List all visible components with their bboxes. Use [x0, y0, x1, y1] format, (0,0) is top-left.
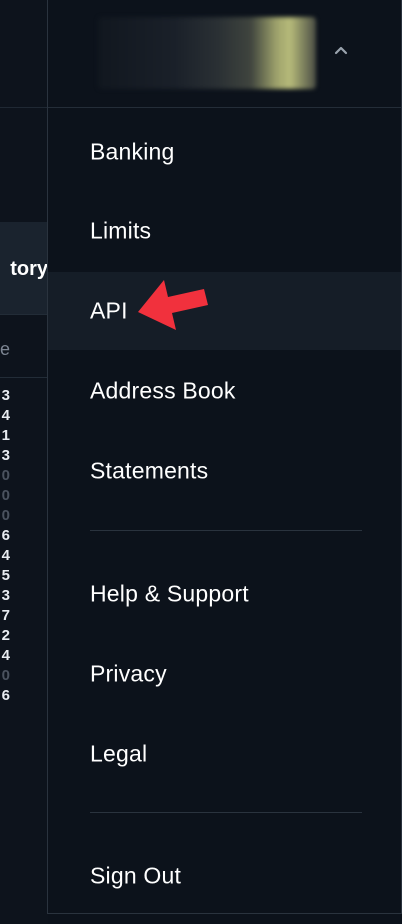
background-value-list: 3 4 1 3 0 0 0 6 4 5 3 7 2 4 0 6	[0, 386, 10, 706]
list-item: 0	[1, 667, 10, 684]
account-toggle[interactable]	[48, 0, 401, 108]
background-card-header: tory	[0, 222, 48, 315]
menu-item-label: Privacy	[90, 660, 167, 687]
background-subheader: e	[0, 315, 48, 378]
account-avatar-blurred	[98, 17, 316, 89]
menu-item-label: Banking	[90, 138, 175, 165]
menu-item-api[interactable]: API	[48, 272, 401, 350]
list-item: 3	[1, 387, 10, 404]
menu-item-label: Statements	[90, 457, 209, 484]
menu-item-label: Legal	[90, 740, 148, 767]
chevron-up-icon[interactable]	[331, 40, 351, 60]
red-arrow-icon	[138, 280, 208, 330]
menu-item-label: API	[90, 297, 128, 324]
menu-divider	[90, 530, 362, 531]
list-item: 5	[1, 567, 10, 584]
menu-item-privacy[interactable]: Privacy	[48, 635, 401, 713]
list-item: 0	[1, 467, 10, 484]
menu-item-banking[interactable]: Banking	[48, 113, 401, 191]
menu-item-limits[interactable]: Limits	[48, 192, 401, 270]
list-item: 1	[1, 427, 10, 444]
list-item: 3	[1, 447, 10, 464]
list-item: 6	[1, 687, 10, 704]
menu-item-label: Help & Support	[90, 580, 249, 607]
background-topbar	[0, 0, 48, 108]
list-item: 6	[1, 527, 10, 544]
list-item: 4	[1, 547, 10, 564]
menu-item-statements[interactable]: Statements	[48, 432, 401, 510]
account-dropdown-menu: Banking Limits API Address Book Statemen…	[47, 0, 402, 914]
list-item: 0	[1, 487, 10, 504]
list-item: 4	[1, 647, 10, 664]
background-subheader-text: e	[0, 339, 10, 359]
menu-item-sign-out[interactable]: Sign Out	[48, 837, 401, 915]
menu-item-label: Address Book	[90, 377, 236, 404]
list-item: 0	[1, 507, 10, 524]
list-item: 7	[1, 607, 10, 624]
menu-item-label: Sign Out	[90, 862, 182, 889]
background-card-title: tory	[10, 258, 48, 280]
background-page: tory e 3 4 1 3 0 0 0 6 4 5 3 7 2 4 0 6	[0, 0, 48, 924]
menu-item-help-support[interactable]: Help & Support	[48, 555, 401, 633]
list-item: 2	[1, 627, 10, 644]
list-item: 4	[1, 407, 10, 424]
list-item: 3	[1, 587, 10, 604]
menu-item-label: Limits	[90, 217, 152, 244]
menu-item-legal[interactable]: Legal	[48, 715, 401, 793]
menu-divider	[90, 812, 362, 813]
screen: tory e 3 4 1 3 0 0 0 6 4 5 3 7 2 4 0 6 B…	[0, 0, 402, 924]
menu-item-address-book[interactable]: Address Book	[48, 352, 401, 430]
